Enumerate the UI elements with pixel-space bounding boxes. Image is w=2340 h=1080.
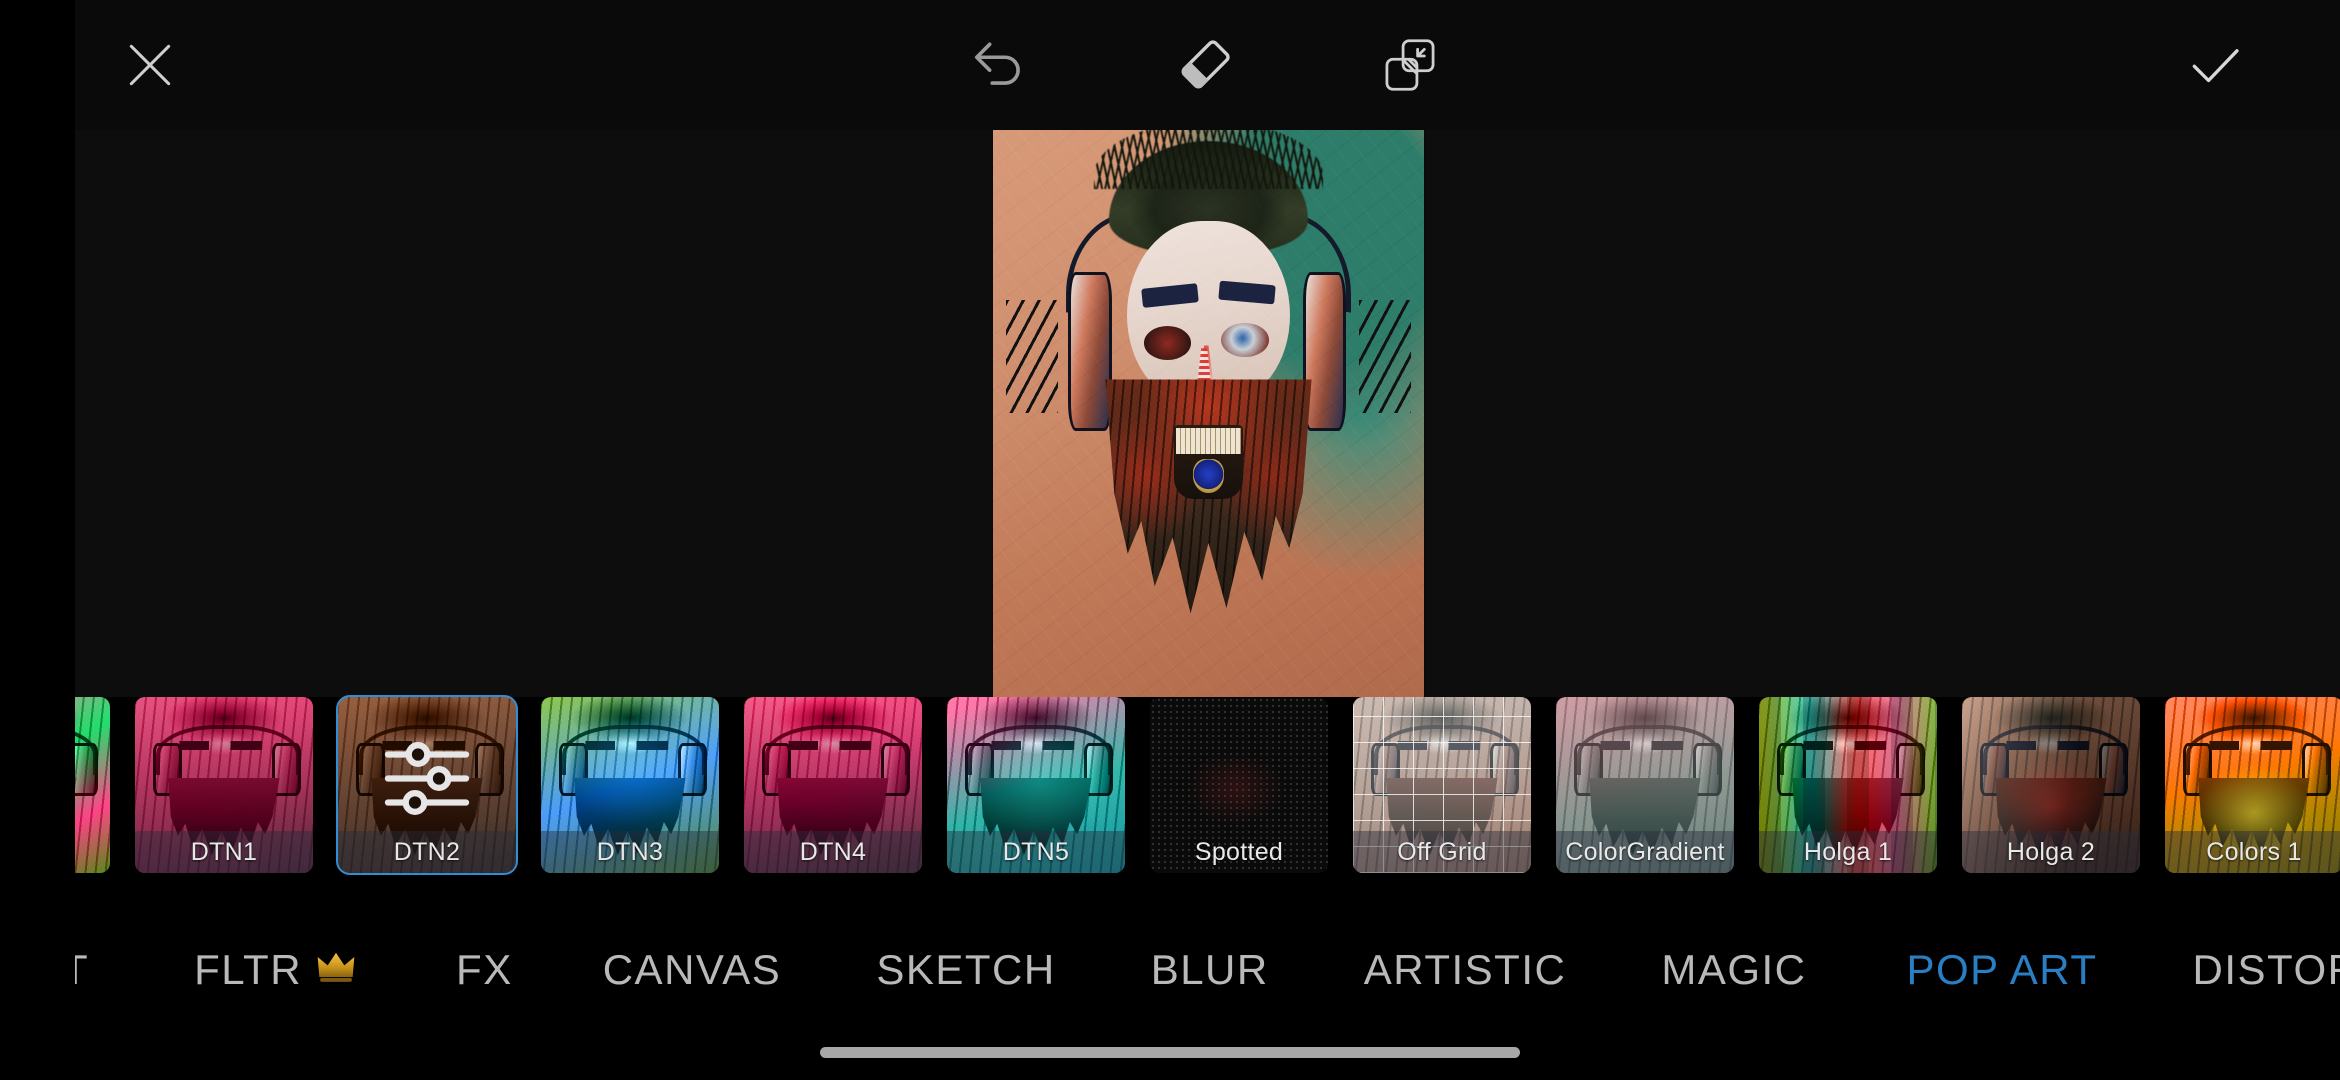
done-button[interactable] bbox=[2150, 0, 2280, 130]
artwork-grain-overlay bbox=[993, 130, 1424, 697]
adjust-sliders-icon bbox=[379, 740, 475, 823]
filter-thumbnail-dtn4[interactable]: DTN4 bbox=[744, 697, 922, 873]
category-tab-fx[interactable]: FX bbox=[456, 946, 513, 994]
filter-thumbnail-label: Off Grid bbox=[1353, 831, 1531, 873]
top-toolbar bbox=[0, 0, 2340, 130]
home-indicator[interactable] bbox=[820, 1047, 1520, 1058]
filter-thumbnail-dtn3[interactable]: DTN3 bbox=[541, 697, 719, 873]
filter-thumbnail-dtn5[interactable]: DTN5 bbox=[947, 697, 1125, 873]
category-tab-label: ARTISTIC bbox=[1363, 946, 1567, 993]
category-tab-pop-art[interactable]: POP ART bbox=[1907, 946, 2098, 994]
photo-editor-screen: BRN DTN1 DTN2 DTN3 DTN4 D bbox=[0, 0, 2340, 1080]
undo-icon bbox=[969, 34, 1031, 96]
filter-thumbnail-label: Holga 2 bbox=[1962, 831, 2140, 873]
left-edge-gutter bbox=[0, 0, 75, 1080]
category-tab-label: POP ART bbox=[1906, 946, 2098, 993]
canvas-area[interactable] bbox=[75, 130, 2340, 697]
compare-button[interactable] bbox=[1345, 0, 1475, 130]
eraser-button[interactable] bbox=[1140, 0, 1270, 130]
category-tab-sketch[interactable]: SKETCH bbox=[876, 946, 1055, 994]
filter-thumbnail-label: ColorGradient bbox=[1556, 831, 1734, 873]
category-tab-fltr[interactable]: FLTR bbox=[194, 946, 356, 994]
filter-thumbnail-spotted[interactable]: Spotted bbox=[1150, 697, 1328, 873]
category-tab-label: BLUR bbox=[1150, 946, 1269, 993]
filter-thumbnail-strip[interactable]: BRN DTN1 DTN2 DTN3 DTN4 D bbox=[0, 695, 2340, 880]
filter-thumbnail-holga-2[interactable]: Holga 2 bbox=[1962, 697, 2140, 873]
close-icon bbox=[122, 37, 178, 93]
filter-thumbnail-dtn2[interactable]: DTN2 bbox=[336, 695, 518, 875]
checkmark-icon bbox=[2184, 34, 2246, 96]
filter-thumbnail-colors-1[interactable]: Colors 1 bbox=[2165, 697, 2340, 873]
category-tab-label: FX bbox=[456, 946, 513, 993]
category-tab-label: SKETCH bbox=[876, 946, 1056, 993]
category-tab-blur[interactable]: BLUR bbox=[1151, 946, 1269, 994]
filter-thumbnail-holga-1[interactable]: Holga 1 bbox=[1759, 697, 1937, 873]
eraser-icon bbox=[1174, 34, 1236, 96]
undo-button[interactable] bbox=[940, 0, 1060, 130]
filter-thumbnail-label: DTN5 bbox=[947, 831, 1125, 873]
compare-layers-icon bbox=[1380, 35, 1440, 95]
category-tab-artistic[interactable]: ARTISTIC bbox=[1364, 946, 1567, 994]
category-tab-bar[interactable]: T FLTR FX CANVAS SKETCH BLUR ARTISTIC MAGIC POP… bbox=[0, 915, 2340, 1025]
category-tab-canvas[interactable]: CANVAS bbox=[603, 946, 782, 994]
filter-thumbnail-label: Holga 1 bbox=[1759, 831, 1937, 873]
category-tab-label: CANVAS bbox=[602, 946, 782, 993]
filter-thumbnail-colorgradient[interactable]: ColorGradient bbox=[1556, 697, 1734, 873]
category-tab-label: MAGIC bbox=[1661, 946, 1807, 993]
filter-thumbnail-label: Colors 1 bbox=[2165, 831, 2340, 873]
filter-thumbnail-label: DTN4 bbox=[744, 831, 922, 873]
filter-thumbnail-label: DTN2 bbox=[338, 831, 516, 873]
filter-thumbnail-label: DTN1 bbox=[135, 831, 313, 873]
close-button[interactable] bbox=[95, 0, 205, 130]
category-tab-distort[interactable]: DISTORT bbox=[2193, 946, 2340, 994]
filter-thumbnail-label: DTN3 bbox=[541, 831, 719, 873]
artwork-preview[interactable] bbox=[993, 130, 1424, 697]
filter-thumbnail-off-grid[interactable]: Off Grid bbox=[1353, 697, 1531, 873]
filter-thumbnail-dtn1[interactable]: DTN1 bbox=[135, 697, 313, 873]
category-tab-label: FLTR bbox=[194, 946, 303, 993]
filter-thumbnail-label: Spotted bbox=[1194, 837, 1284, 866]
category-tab-magic[interactable]: MAGIC bbox=[1661, 946, 1806, 994]
crown-icon bbox=[316, 946, 356, 994]
category-tab-label: DISTORT bbox=[2192, 946, 2340, 993]
